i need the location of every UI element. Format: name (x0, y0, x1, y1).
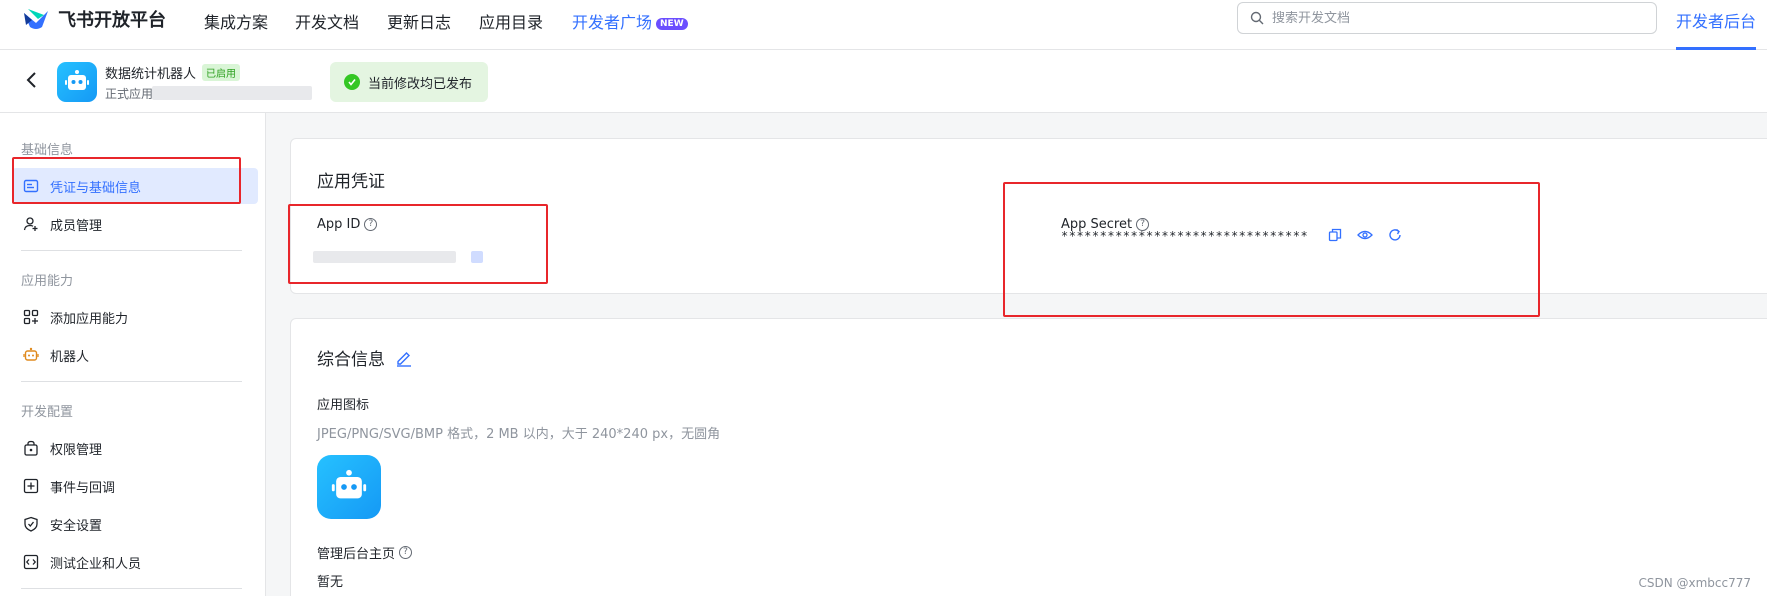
back-arrow-icon[interactable] (22, 70, 42, 90)
general-info-title: 综合信息 (317, 345, 413, 370)
sidebar-item-label: 安全设置 (50, 518, 103, 534)
member-icon (22, 215, 40, 233)
nav-dev-docs[interactable]: 开发文档 (295, 9, 359, 33)
sidebar-item-label: 机器人 (50, 349, 90, 365)
sidebar-item-label: 添加应用能力 (50, 311, 129, 327)
lock-icon (22, 439, 40, 457)
sidebar-section-dev-config: 开发配置 (21, 405, 74, 420)
app-icon-hint: JPEG/PNG/SVG/BMP 格式，2 MB 以内，大于 240*240 p… (317, 427, 721, 442)
sidebar-item-security[interactable]: 安全设置 (12, 506, 258, 542)
app-header: 数据统计机器人 已启用 正式应用 当前修改均已发布 (0, 50, 1767, 113)
sidebar-item-add-capability[interactable]: 添加应用能力 (12, 299, 258, 335)
code-icon (22, 553, 40, 571)
sidebar-item-test-tenants[interactable]: 测试企业和人员 (12, 544, 258, 580)
redacted-app-info (152, 86, 312, 100)
status-badge: 已启用 (202, 64, 241, 81)
grid-add-icon (22, 308, 40, 326)
robot-icon (65, 70, 89, 90)
publish-status-text: 当前修改均已发布 (368, 76, 473, 92)
search-box[interactable] (1237, 2, 1657, 34)
sidebar-item-label: 测试企业和人员 (50, 556, 142, 572)
brand[interactable]: 飞书开放平台 (22, 6, 166, 32)
nav-app-directory[interactable]: 应用目录 (479, 9, 543, 33)
sidebar: 基础信息 凭证与基础信息 成员管理 应用能力 添加应用能力 机器人 开发配置 权… (0, 113, 266, 596)
app-name-text: 数据统计机器人 (105, 67, 197, 82)
admin-homepage-label-text: 管理后台主页 (317, 547, 396, 562)
watermark: CSDN @xmbcc777 (1638, 576, 1751, 590)
app-icon-label: 应用图标 (317, 398, 370, 413)
sidebar-item-members[interactable]: 成员管理 (12, 206, 258, 242)
nav-changelog[interactable]: 更新日志 (387, 9, 451, 33)
general-info-title-text: 综合信息 (317, 350, 385, 370)
app-icon-upload[interactable] (317, 455, 381, 519)
search-input[interactable] (1272, 10, 1632, 26)
nav-developer-plaza[interactable]: 开发者广场 NEW (572, 9, 688, 33)
sidebar-section-basic: 基础信息 (21, 143, 74, 158)
event-icon (22, 477, 40, 495)
nav-integration-solutions[interactable]: 集成方案 (204, 9, 268, 33)
robot-icon (331, 469, 367, 499)
success-check-icon (344, 74, 360, 90)
app-avatar (57, 62, 97, 102)
developer-console-link[interactable]: 开发者后台 (1676, 8, 1756, 32)
publish-status-banner: 当前修改均已发布 (330, 62, 489, 102)
sidebar-item-permissions[interactable]: 权限管理 (12, 430, 258, 466)
sidebar-section-capabilities: 应用能力 (21, 274, 74, 289)
highlight-box-app-id (288, 204, 548, 284)
feishu-logo-icon (24, 9, 48, 29)
edit-icon[interactable] (395, 349, 413, 367)
sidebar-item-label: 权限管理 (50, 442, 103, 458)
nav-developer-plaza-label: 开发者广场 (572, 13, 653, 32)
highlight-box-credentials (12, 157, 241, 204)
robot-icon (22, 346, 40, 364)
sidebar-divider (21, 250, 242, 251)
sidebar-divider (21, 588, 242, 589)
app-name: 数据统计机器人 已启用 (105, 63, 241, 82)
admin-homepage-label: 管理后台主页 ? (317, 543, 413, 562)
credentials-title: 应用凭证 (317, 172, 385, 192)
shield-icon (22, 515, 40, 533)
top-navigation: 飞书开放平台 集成方案 开发文档 更新日志 应用目录 开发者广场NEW 开发者后… (0, 0, 1767, 50)
app-type: 正式应用 (105, 87, 154, 101)
highlight-box-app-secret (1003, 182, 1540, 317)
general-info-card: 综合信息 应用图标 JPEG/PNG/SVG/BMP 格式，2 MB 以内，大于… (290, 318, 1767, 596)
new-badge: NEW (656, 18, 688, 30)
sidebar-item-label: 事件与回调 (50, 480, 116, 496)
brand-name: 飞书开放平台 (58, 10, 166, 31)
sidebar-divider (21, 381, 242, 382)
sidebar-item-events[interactable]: 事件与回调 (12, 468, 258, 504)
admin-homepage-value: 暂无 (317, 575, 344, 590)
sidebar-item-bot[interactable]: 机器人 (12, 337, 258, 373)
help-icon[interactable]: ? (399, 546, 413, 559)
search-icon (1250, 11, 1264, 25)
sidebar-item-label: 成员管理 (50, 218, 103, 234)
